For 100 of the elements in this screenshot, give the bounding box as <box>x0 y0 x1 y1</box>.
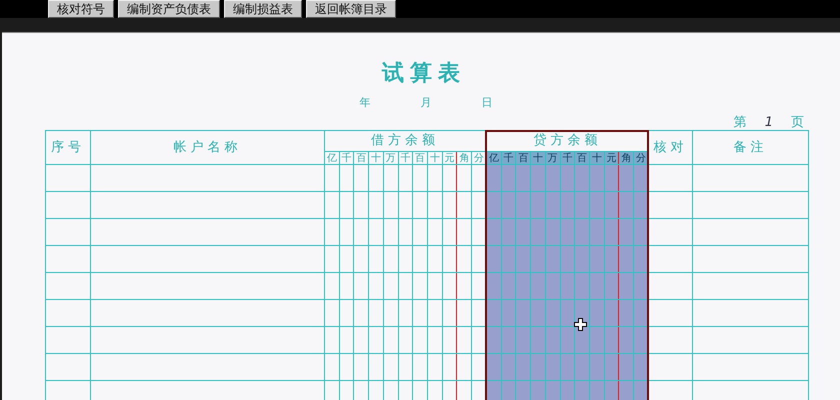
table-cell <box>428 300 442 326</box>
table-cell <box>46 192 90 218</box>
table-cell <box>324 272 340 300</box>
table-cell <box>590 192 604 218</box>
table-cell <box>545 192 560 218</box>
table-cell <box>46 300 90 326</box>
table-cell <box>618 354 634 380</box>
table-cell <box>560 218 575 246</box>
table-cell <box>368 246 384 272</box>
column-header: 借方余额 <box>324 130 486 152</box>
table-cell <box>442 192 457 218</box>
table-cell <box>428 192 442 218</box>
digit-header: 千 <box>339 152 354 164</box>
table-cell <box>501 192 516 218</box>
table-cell <box>560 192 575 218</box>
table-cell <box>574 164 590 192</box>
table-cell <box>634 164 648 192</box>
table-cell <box>604 354 619 380</box>
table-cell <box>545 300 560 326</box>
table-cell <box>324 300 340 326</box>
table-cell <box>530 164 546 192</box>
table-cell <box>339 246 354 272</box>
table-cell <box>368 300 384 326</box>
table-cell <box>456 300 472 326</box>
digit-header: 亿 <box>324 152 340 164</box>
table-cell <box>486 164 502 192</box>
table-cell <box>339 164 354 192</box>
table-cell <box>604 246 619 272</box>
table-cell <box>442 218 457 246</box>
table-cell <box>545 246 560 272</box>
page-title: 试算表 <box>380 60 467 88</box>
table-cell <box>574 354 590 380</box>
table-cell <box>516 326 531 354</box>
table-cell <box>618 192 634 218</box>
table-cell <box>486 218 502 246</box>
table-cell <box>590 300 604 326</box>
digit-header: 元 <box>442 152 457 164</box>
table-cell <box>456 218 472 246</box>
toolbar-button[interactable]: 编制资产负债表 <box>118 0 220 18</box>
table-cell <box>412 164 428 192</box>
table-cell <box>486 380 502 400</box>
table-cell <box>648 272 692 300</box>
table-cell <box>412 326 428 354</box>
table-cell <box>590 354 604 380</box>
table-cell <box>590 164 604 192</box>
table-cell <box>412 272 428 300</box>
page-number: 1 <box>764 116 773 130</box>
table-cell <box>648 218 692 246</box>
table-cell <box>324 326 340 354</box>
table-cell <box>383 326 398 354</box>
table-cell <box>530 246 546 272</box>
toolbar-button[interactable]: 核对符号 <box>48 0 114 18</box>
table-cell <box>383 164 398 192</box>
table-cell <box>560 354 575 380</box>
table-cell <box>442 272 457 300</box>
table-cell <box>634 272 648 300</box>
table-cell <box>456 246 472 272</box>
table-cell <box>486 246 502 272</box>
table-cell <box>604 326 619 354</box>
table-cell <box>354 218 369 246</box>
table-cell <box>648 326 692 354</box>
table-cell <box>530 192 546 218</box>
table-cell <box>530 218 546 246</box>
move-cursor-icon <box>574 318 587 331</box>
table-cell <box>442 354 457 380</box>
toolbar-button[interactable]: 返回帐簿目录 <box>306 0 396 18</box>
table-cell <box>516 272 531 300</box>
digit-header: 十 <box>428 152 442 164</box>
table-cell <box>590 218 604 246</box>
table-cell <box>501 246 516 272</box>
table-cell <box>339 300 354 326</box>
table-cell <box>398 192 413 218</box>
table-cell <box>486 300 502 326</box>
table-cell <box>428 164 442 192</box>
table-cell <box>368 354 384 380</box>
table-cell <box>412 354 428 380</box>
table-cell <box>590 326 604 354</box>
table-cell <box>398 218 413 246</box>
table-cell <box>383 354 398 380</box>
table-cell <box>501 218 516 246</box>
table-cell <box>486 192 502 218</box>
toolbar-button[interactable]: 编制损益表 <box>224 0 302 18</box>
date-label: 月 <box>420 95 432 111</box>
table-cell <box>368 218 384 246</box>
table-cell <box>634 192 648 218</box>
table-cell <box>442 246 457 272</box>
column-header: 帐户名称 <box>90 130 324 164</box>
table-cell <box>545 272 560 300</box>
table-cell <box>354 300 369 326</box>
page-label: 第 <box>734 116 747 130</box>
table-cell <box>383 218 398 246</box>
table-cell <box>501 354 516 380</box>
table-cell <box>560 164 575 192</box>
table-cell <box>560 246 575 272</box>
table-cell <box>574 272 590 300</box>
table-cell <box>516 354 531 380</box>
table-cell <box>516 300 531 326</box>
table-cell <box>574 246 590 272</box>
table-cell <box>516 164 531 192</box>
table-cell <box>590 272 604 300</box>
